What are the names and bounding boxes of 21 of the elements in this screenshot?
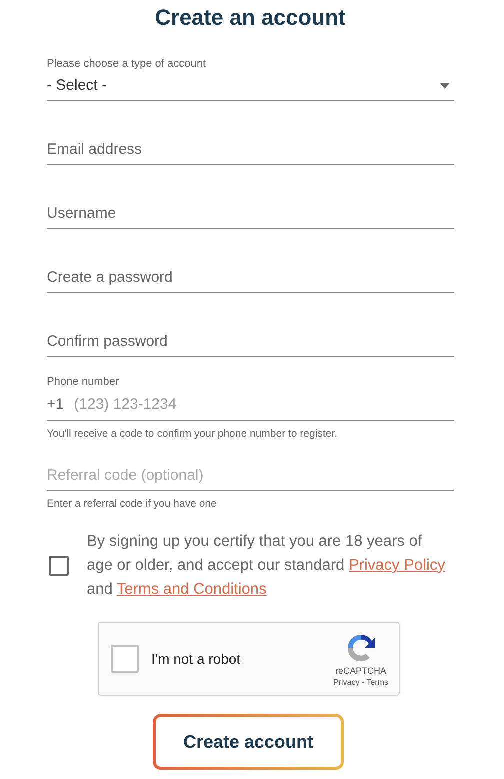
captcha-links[interactable]: Privacy - Terms	[334, 678, 388, 686]
input-field[interactable]: Email address	[47, 135, 454, 165]
input-field[interactable]: Confirm password	[47, 327, 454, 357]
captcha-brand: reCAPTCHA	[336, 666, 387, 676]
input-field[interactable]: Create a password	[47, 263, 454, 293]
input-field[interactable]: Referral code (optional)	[47, 461, 454, 491]
account-type-select[interactable]: - Select -	[47, 71, 454, 101]
phone-field[interactable]: (123) 123-1234	[74, 389, 454, 420]
captcha-label: I'm not a robot	[152, 651, 242, 667]
create-account-button[interactable]: Create account	[153, 714, 344, 770]
country-code: +1	[47, 396, 64, 413]
field-hint: You'll receive a code to confirm your phone number to register.	[47, 427, 338, 441]
agreement-text: By signing up you certify that you are 18 years of age or older, and accept our standard Privacy Policy and Terms and Conditions	[87, 532, 446, 600]
agreement-checkbox[interactable]	[49, 556, 69, 576]
field-label: Phone number	[47, 375, 120, 389]
caret-icon	[440, 82, 450, 88]
page-title: Create an account	[154, 4, 347, 32]
field-hint: Enter a referral code if you have one	[47, 497, 217, 511]
field-label: Please choose a type of account	[47, 57, 206, 71]
input-field[interactable]: Username	[47, 199, 454, 229]
captcha-checkbox[interactable]	[110, 645, 138, 673]
